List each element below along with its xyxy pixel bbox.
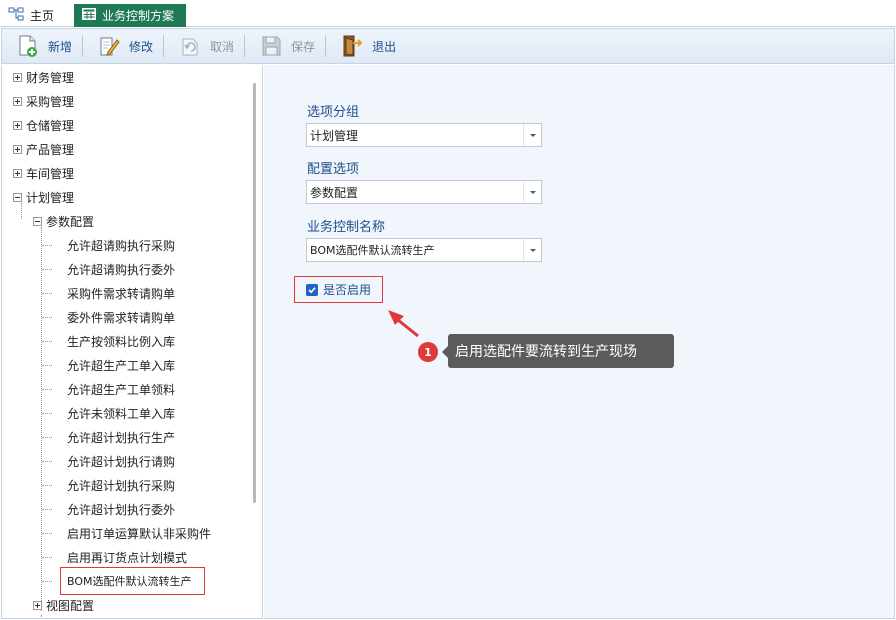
table-icon bbox=[82, 8, 96, 23]
chevron-down-icon[interactable] bbox=[523, 124, 541, 146]
control-name-select[interactable]: BOM选配件默认流转生产 bbox=[306, 238, 542, 262]
annotation-text: 启用选配件要流转到生产现场 bbox=[455, 344, 637, 360]
option-group-value: 计划管理 bbox=[310, 128, 359, 143]
floppy-disk-icon bbox=[259, 34, 283, 58]
tree-leaf[interactable]: 允许超计划执行委外 bbox=[67, 499, 175, 519]
tree-leaf-label: 委外件需求转请购单 bbox=[67, 310, 176, 325]
expand-icon[interactable] bbox=[13, 72, 22, 82]
save-button-label: 保存 bbox=[291, 39, 316, 54]
expand-icon[interactable] bbox=[13, 168, 22, 178]
selection-highlight bbox=[60, 567, 205, 595]
enable-highlight: 是否启用 bbox=[294, 276, 383, 303]
tree-leaf[interactable]: 生产按领料比例入库 bbox=[67, 331, 175, 351]
tree-leaf-label: 生产按领料比例入库 bbox=[67, 334, 176, 349]
tree-node-label: 参数配置 bbox=[46, 214, 95, 229]
tab-business-control-label: 业务控制方案 bbox=[102, 9, 175, 23]
collapse-icon[interactable] bbox=[33, 216, 42, 226]
edit-button[interactable]: 修改 bbox=[83, 31, 163, 61]
tree-leaf[interactable]: 允许超请购执行采购 bbox=[67, 235, 175, 255]
annotation-arrow-icon bbox=[388, 310, 419, 338]
expand-icon[interactable] bbox=[13, 96, 22, 106]
tree-leaf-label: 允许超请购执行采购 bbox=[67, 238, 176, 253]
tree-leaf-label: 允许超生产工单领料 bbox=[67, 382, 176, 397]
tree-leaf[interactable]: 采购件需求转请购单 bbox=[67, 283, 175, 303]
tree-node-label: 计划管理 bbox=[26, 190, 75, 205]
check-icon bbox=[308, 287, 316, 294]
tree-leaf[interactable]: 允许超生产工单领料 bbox=[67, 379, 175, 399]
tree-node-product[interactable]: 产品管理 bbox=[13, 139, 74, 159]
edit-document-icon bbox=[97, 34, 121, 58]
tree-leaf-label: 允许超计划执行采购 bbox=[67, 478, 176, 493]
tree-node-label: 财务管理 bbox=[26, 70, 75, 85]
save-button[interactable]: 保存 bbox=[245, 31, 325, 61]
tree-panel: 财务管理 采购管理 仓储管理 产品管理 车间管理 计划管理 参数配置 允许超请购… bbox=[1, 65, 263, 619]
enable-checkbox[interactable] bbox=[306, 284, 318, 296]
config-option-label: 配置选项 bbox=[307, 162, 360, 177]
chevron-down-icon[interactable] bbox=[523, 239, 541, 261]
tree-leaf[interactable]: 允许超计划执行生产 bbox=[67, 427, 175, 447]
tree-leaf-label: 采购件需求转请购单 bbox=[67, 286, 176, 301]
tree-node-label: 车间管理 bbox=[26, 166, 75, 181]
tree-node-view-config[interactable]: 视图配置 bbox=[33, 595, 94, 615]
tab-home[interactable]: 主页 bbox=[8, 4, 70, 27]
tree-leaf[interactable]: 启用再订货点计划模式 bbox=[67, 547, 187, 567]
tree-leaf-label: 允许超生产工单入库 bbox=[67, 358, 176, 373]
tree-leaf-label: 允许超计划执行生产 bbox=[67, 430, 176, 445]
tree-leaf-label: 启用再订货点计划模式 bbox=[67, 550, 188, 565]
tree-node-label: 视图配置 bbox=[46, 598, 95, 613]
tree-leaf-label: 允许超计划执行委外 bbox=[67, 502, 176, 517]
tree-leaf-label: 允许超计划执行请购 bbox=[67, 454, 176, 469]
expand-icon[interactable] bbox=[13, 120, 22, 130]
tree-node-warehouse[interactable]: 仓储管理 bbox=[13, 115, 74, 135]
cancel-button[interactable]: 取消 bbox=[164, 31, 244, 61]
exit-button[interactable]: 退出 bbox=[326, 31, 406, 61]
tree-leaf[interactable]: 允许未领料工单入库 bbox=[67, 403, 175, 423]
tree-node-workshop[interactable]: 车间管理 bbox=[13, 163, 74, 183]
new-button-label: 新增 bbox=[48, 39, 73, 54]
annotation-callout: 启用选配件要流转到生产现场 bbox=[442, 334, 674, 368]
cancel-button-label: 取消 bbox=[210, 39, 235, 54]
option-group-label: 选项分组 bbox=[307, 105, 360, 120]
tree-node-label: 产品管理 bbox=[26, 142, 75, 157]
tree-leaf[interactable]: 允许超请购执行委外 bbox=[67, 259, 175, 279]
tree-leaf-label: 启用订单运算默认非采购件 bbox=[67, 526, 212, 541]
tree-node-label: 仓储管理 bbox=[26, 118, 75, 133]
tree-leaf-label: 允许未领料工单入库 bbox=[67, 406, 176, 421]
tree-leaf-label: 允许超请购执行委外 bbox=[67, 262, 176, 277]
edit-button-label: 修改 bbox=[129, 39, 154, 54]
new-document-icon bbox=[16, 34, 40, 58]
control-name-label: 业务控制名称 bbox=[307, 220, 386, 235]
tree-node-finance[interactable]: 财务管理 bbox=[13, 67, 74, 87]
tree-node-param-config[interactable]: 参数配置 bbox=[33, 211, 94, 231]
hierarchy-icon bbox=[8, 7, 24, 24]
chevron-down-icon[interactable] bbox=[523, 181, 541, 203]
config-option-value: 参数配置 bbox=[310, 185, 359, 200]
tree-leaf[interactable]: 允许超计划执行请购 bbox=[67, 451, 175, 471]
expand-icon[interactable] bbox=[13, 144, 22, 154]
tree-node-purchasing[interactable]: 采购管理 bbox=[13, 91, 74, 111]
tree-leaf[interactable]: 允许超生产工单入库 bbox=[67, 355, 175, 375]
tab-home-label: 主页 bbox=[30, 9, 55, 23]
tab-bar: 主页 业务控制方案 bbox=[0, 0, 896, 27]
new-button[interactable]: 新增 bbox=[2, 31, 82, 61]
tree-node-planning[interactable]: 计划管理 bbox=[13, 187, 74, 207]
control-name-value: BOM选配件默认流转生产 bbox=[310, 244, 435, 257]
exit-button-label: 退出 bbox=[372, 39, 397, 54]
expand-icon[interactable] bbox=[33, 600, 42, 610]
tree-scrollbar[interactable] bbox=[253, 83, 256, 503]
tree-leaf[interactable]: 允许超计划执行采购 bbox=[67, 475, 175, 495]
undo-icon bbox=[178, 34, 202, 58]
enable-label: 是否启用 bbox=[323, 283, 372, 297]
toolbar: 新增 修改 取消 保存 退出 bbox=[1, 28, 895, 64]
tree-leaf[interactable]: 委外件需求转请购单 bbox=[67, 307, 175, 327]
collapse-icon[interactable] bbox=[13, 192, 22, 202]
annotation-number-badge: 1 bbox=[418, 342, 438, 362]
config-option-select[interactable]: 参数配置 bbox=[306, 180, 542, 204]
option-group-select[interactable]: 计划管理 bbox=[306, 123, 542, 147]
tree-leaf[interactable]: 启用订单运算默认非采购件 bbox=[67, 523, 211, 543]
tree-node-label: 采购管理 bbox=[26, 94, 75, 109]
tab-business-control[interactable]: 业务控制方案 bbox=[74, 4, 186, 27]
exit-door-icon bbox=[340, 34, 364, 58]
